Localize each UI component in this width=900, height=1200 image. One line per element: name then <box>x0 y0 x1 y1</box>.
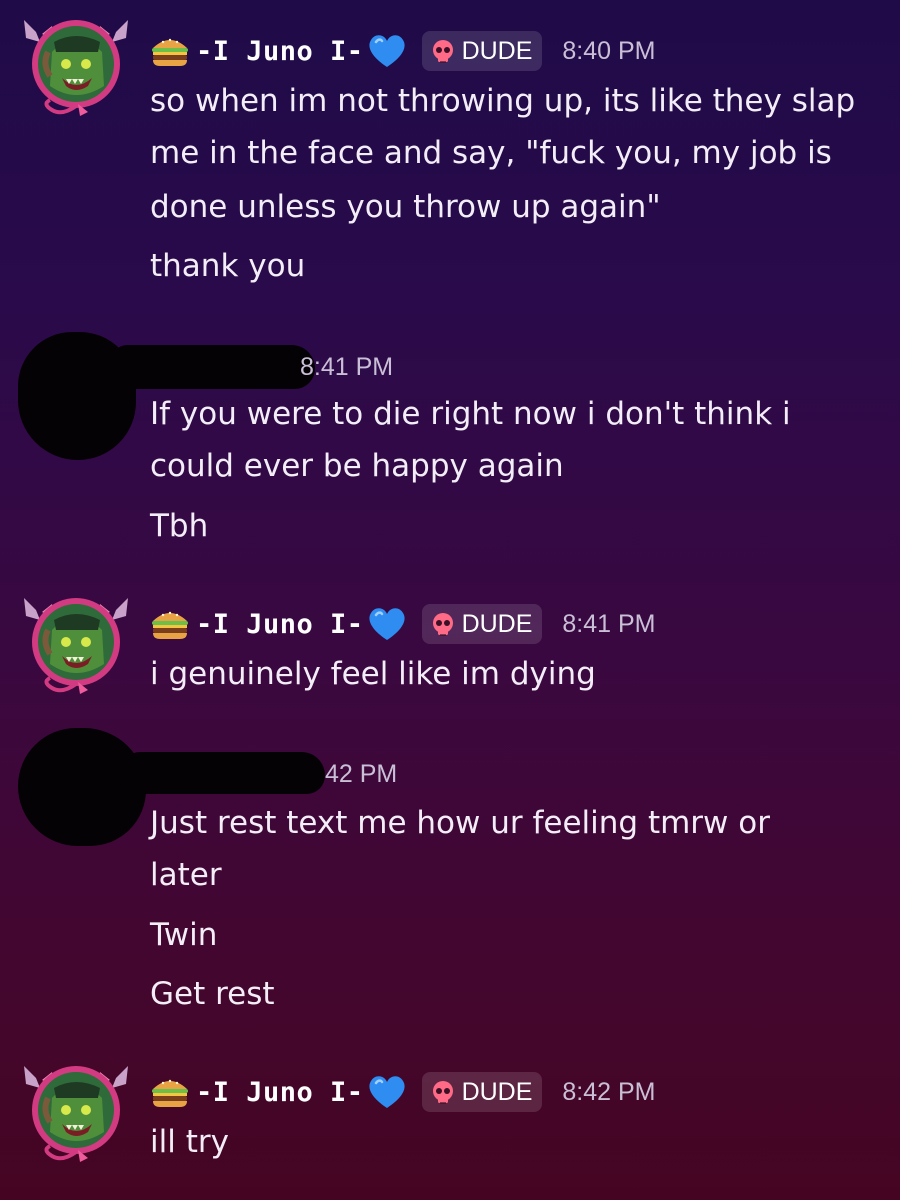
role-tag[interactable]: DUDE <box>421 31 543 71</box>
message-timestamp: 8:40 PM <box>562 36 656 65</box>
author-name[interactable]: -I Juno I- <box>150 32 408 70</box>
hamburger-icon <box>152 611 188 639</box>
role-tag-label: DUDE <box>461 1077 533 1106</box>
skull-icon <box>431 612 454 637</box>
message-text: me in the face and say, "fuck you, my jo… <box>150 135 832 171</box>
hamburger-icon <box>152 1079 188 1107</box>
author-name[interactable]: -I Juno I- <box>150 605 408 643</box>
message-text: If you were to die right now i don't thi… <box>150 396 791 432</box>
blue-heart-icon <box>367 1074 406 1110</box>
message-header: -I Juno I- DUDE 8:41 PM <box>150 604 656 644</box>
skull-icon <box>431 39 454 64</box>
message-text: done unless you throw up again" <box>150 189 661 225</box>
message-timestamp: 8:41 PM <box>300 353 394 381</box>
avatar-icon <box>22 1058 130 1166</box>
author-username[interactable]: -I Juno I- <box>196 1077 364 1108</box>
user-avatar[interactable] <box>22 1058 130 1166</box>
message-text: i genuinely feel like im dying <box>150 656 596 692</box>
blue-heart-icon <box>367 33 406 69</box>
author-username[interactable]: -I Juno I- <box>196 36 364 67</box>
author-username[interactable]: -I Juno I- <box>196 609 364 640</box>
skull-icon <box>431 1080 454 1105</box>
role-tag-label: DUDE <box>461 36 533 65</box>
hamburger-icon <box>152 38 188 66</box>
message-timestamp: 8:42 PM <box>562 1077 656 1106</box>
message-text: Get rest <box>150 976 275 1012</box>
role-tag[interactable]: DUDE <box>421 604 543 644</box>
blue-heart-icon <box>367 606 406 642</box>
user-avatar[interactable] <box>22 12 130 120</box>
message-text: ill try <box>150 1124 229 1160</box>
message-text: Tbh <box>150 508 209 544</box>
message-text: so when im not throwing up, its like the… <box>150 83 856 119</box>
role-tag-label: DUDE <box>461 609 533 638</box>
message-text: thank you <box>150 248 306 284</box>
message-text: Just rest text me how ur feeling tmrw or <box>150 805 770 841</box>
message-text: Twin <box>150 917 218 953</box>
user-avatar[interactable] <box>22 590 130 698</box>
avatar-icon <box>22 12 130 120</box>
message-timestamp: 42 PM <box>325 760 398 788</box>
message-text: later <box>150 857 222 893</box>
author-name[interactable]: -I Juno I- <box>150 1073 408 1111</box>
redacted-author-name <box>110 345 315 389</box>
message-timestamp: 8:41 PM <box>562 609 656 638</box>
message-header: -I Juno I- DUDE 8:42 PM <box>150 1072 656 1112</box>
message-header: -I Juno I- DUDE 8:40 PM <box>150 31 656 71</box>
message-text: could ever be happy again <box>150 448 564 484</box>
redacted-author-name <box>120 752 325 794</box>
avatar-icon <box>22 590 130 698</box>
role-tag[interactable]: DUDE <box>421 1072 543 1112</box>
